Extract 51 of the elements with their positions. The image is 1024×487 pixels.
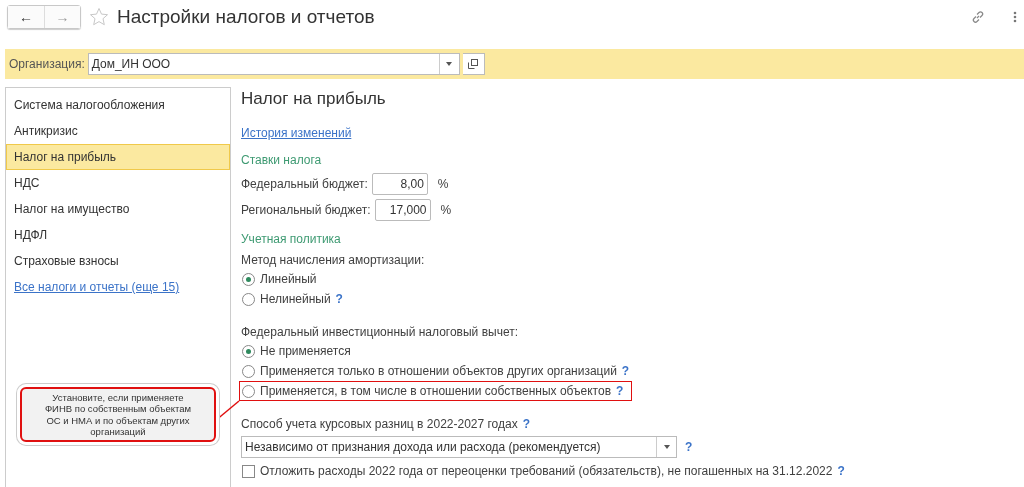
radio-label: Применяется только в отношении объектов других организаций	[260, 364, 617, 378]
sidebar-item[interactable]: Налог на прибыль	[6, 144, 230, 170]
window-title: Настройки налогов и отчетов	[117, 6, 375, 28]
organization-label: Организация:	[9, 57, 85, 71]
radio-label: Не применяется	[260, 344, 351, 358]
section-title: Налог на прибыль	[241, 89, 387, 110]
unit-label: %	[437, 177, 449, 191]
radio-label: Нелинейный	[260, 292, 331, 306]
radio-button[interactable]	[242, 384, 255, 398]
radio-button[interactable]	[242, 292, 255, 306]
help-link[interactable]: ?	[616, 384, 624, 398]
history-link[interactable]: История изменений	[241, 126, 352, 140]
exchange-method-select[interactable]: Независимо от признания дохода или расхода (рекомендуется)	[241, 436, 677, 458]
checkbox-label: Отложить расходы 2022 года от переоценки требований (обязательств), не погашенных на 31.12.2022	[260, 464, 833, 478]
rate-field[interactable]: 8,00	[371, 173, 428, 195]
all-taxes-link[interactable]: Все налоги и отчеты (еще 15)	[14, 280, 180, 294]
field-label: Региональный бюджет:	[241, 203, 371, 217]
radio-button[interactable]	[242, 272, 255, 286]
sidebar-item[interactable]: Антикризис	[6, 118, 230, 144]
checkbox[interactable]	[242, 464, 255, 478]
group-label: Способ учета курсовых разниц в 2022-2027 годах	[241, 416, 518, 431]
radio-label: Линейный	[260, 272, 317, 286]
link-icon[interactable]	[971, 10, 985, 24]
sidebar-item[interactable]: Система налогообложения	[6, 92, 230, 118]
help-link[interactable]: ?	[522, 416, 531, 431]
dropdown-caret-icon	[446, 62, 453, 66]
more-icon[interactable]	[1013, 10, 1017, 24]
section-heading: Учетная политика	[241, 232, 342, 248]
group-label: Метод начисления амортизации:	[241, 252, 425, 267]
sidebar-item[interactable]: НДФЛ	[6, 222, 230, 248]
help-link[interactable]: ?	[621, 364, 630, 378]
help-link[interactable]: ?	[837, 464, 845, 478]
back-button[interactable]: ←	[8, 6, 44, 28]
unit-label: %	[440, 203, 452, 217]
field-label: Федеральный бюджет:	[241, 177, 368, 191]
open-button[interactable]	[462, 53, 485, 75]
rate-field[interactable]: 17,000	[374, 199, 431, 221]
group-label: Федеральный инвестиционный налоговый вычет:	[241, 324, 518, 339]
dropdown-caret-icon	[663, 445, 670, 449]
sidebar-item[interactable]: НДС	[6, 170, 230, 196]
radio-button[interactable]	[242, 344, 255, 358]
radio-button[interactable]	[242, 364, 255, 378]
organization-field[interactable]: Дом_ИН ООО	[87, 53, 460, 75]
open-window-icon	[468, 59, 479, 69]
section-heading: Ставки налога	[241, 153, 323, 169]
star-icon[interactable]	[89, 7, 109, 27]
sidebar-item[interactable]: Налог на имущество	[6, 196, 230, 222]
radio-label: Применяется, в том числе в отношении собственных объектов	[260, 384, 612, 398]
help-link[interactable]: ?	[685, 440, 693, 454]
sidebar-item[interactable]: Страховые взносы	[6, 248, 230, 274]
help-link[interactable]: ?	[335, 292, 343, 306]
